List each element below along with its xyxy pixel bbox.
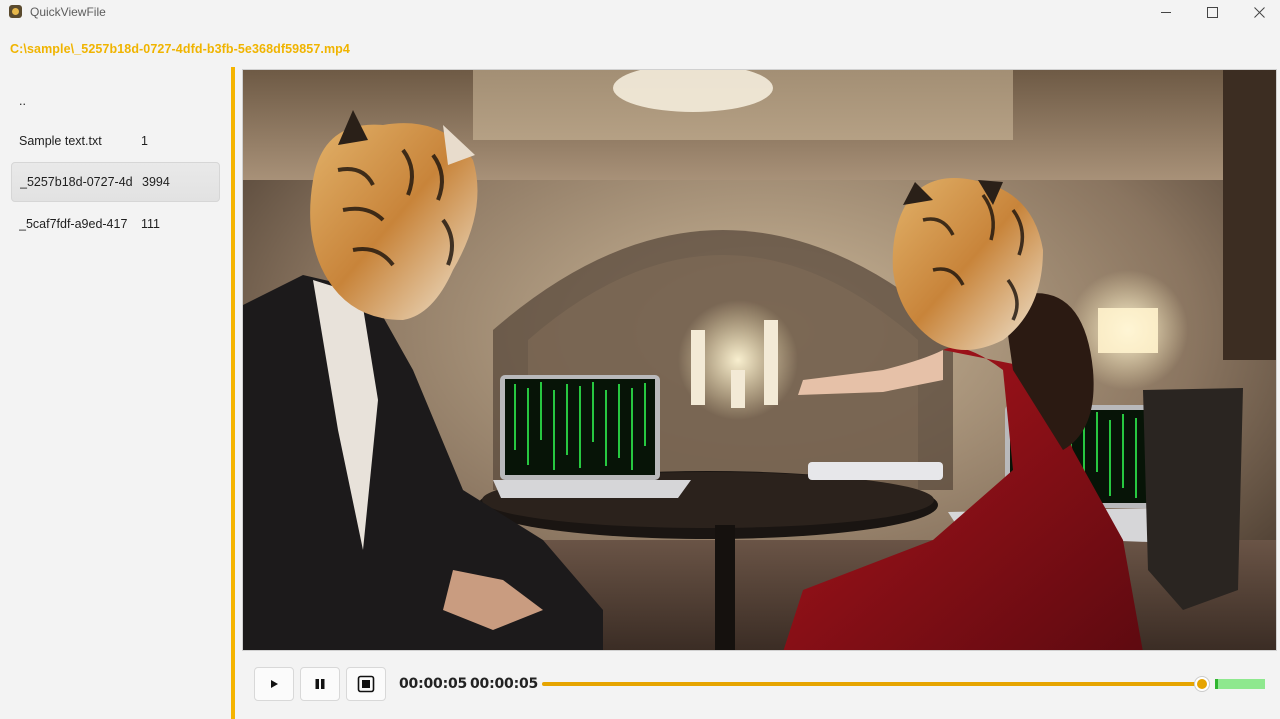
file-name: .. xyxy=(19,94,26,108)
close-icon xyxy=(1253,6,1265,18)
pause-button[interactable] xyxy=(300,667,340,701)
stop-button[interactable] xyxy=(346,667,386,701)
video-frame-image xyxy=(243,70,1276,650)
video-player[interactable] xyxy=(242,69,1277,651)
total-time: 00:00:05 xyxy=(470,676,539,692)
file-name: _5caf7fdf-a9ed-417 xyxy=(19,217,128,231)
file-item-selected[interactable]: _5257b18d-0727-4dfd-b3fb-5e368df59857.mp… xyxy=(11,162,220,202)
seek-thumb[interactable] xyxy=(1194,676,1210,692)
file-path: C:\sample\_5257b18d-0727-4dfd-b3fb-5e368… xyxy=(10,42,350,56)
file-size: 111 xyxy=(141,217,161,231)
file-list: .. Sample text.txt 1 _5257b18d-0727-4dfd… xyxy=(0,67,230,719)
volume-slider[interactable] xyxy=(1215,679,1265,689)
title-bar: QuickViewFile xyxy=(0,0,1280,24)
play-icon xyxy=(271,680,278,688)
file-item[interactable]: Sample text.txt 1 xyxy=(11,121,220,161)
stop-icon xyxy=(357,675,375,693)
file-size: 1 xyxy=(141,134,148,148)
window-title: QuickViewFile xyxy=(30,5,106,19)
file-size: 3994 xyxy=(142,175,170,189)
pause-icon xyxy=(315,679,325,689)
seek-bar[interactable] xyxy=(542,682,1202,686)
close-button[interactable] xyxy=(1236,0,1280,24)
current-time: 00:00:05 xyxy=(399,676,468,692)
file-item[interactable]: _5caf7fdf-a9ed-417 111 xyxy=(11,204,220,244)
file-item-parent[interactable]: .. xyxy=(11,81,220,121)
minimize-button[interactable] xyxy=(1143,0,1189,24)
file-name: Sample text.txt xyxy=(19,134,102,148)
panel-splitter[interactable] xyxy=(231,67,235,719)
maximize-button[interactable] xyxy=(1189,0,1235,24)
play-button[interactable] xyxy=(254,667,294,701)
file-name: _5257b18d-0727-4dfd-b3fb-5e368df59857.mp… xyxy=(20,175,132,189)
player-controls: 00:00:05 00:00:05 xyxy=(242,652,1277,719)
app-icon xyxy=(9,5,22,18)
